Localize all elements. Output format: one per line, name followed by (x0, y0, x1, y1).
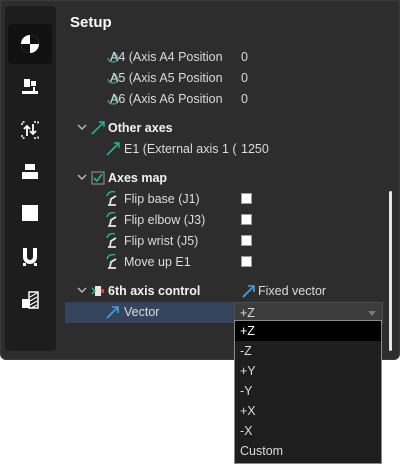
robot-station-icon (22, 79, 38, 94)
dropdown-option[interactable]: +Z (235, 321, 381, 341)
row-label: E1 (External axis 1 ( (124, 142, 237, 156)
flip-wrist-checkbox[interactable] (241, 235, 252, 246)
tree-row-flip-base[interactable]: Flip base (J1) (65, 189, 383, 210)
vertical-scrollbar[interactable] (389, 191, 392, 351)
row-value[interactable]: 0 (241, 92, 248, 106)
dropdown-option[interactable]: -Y (235, 381, 381, 401)
tree-row-e1[interactable]: E1 (External axis 1 ( 1250 (65, 139, 383, 160)
tree-group-axes-map[interactable]: Axes map (65, 168, 383, 189)
dropdown-option[interactable]: +X (235, 401, 381, 421)
robot-arm-icon (106, 233, 117, 248)
dropdown-option[interactable]: +Y (235, 361, 381, 381)
simulation-tab[interactable] (8, 24, 52, 64)
flip-elbow-checkbox[interactable] (241, 214, 252, 225)
group-label: Axes map (108, 171, 168, 185)
vector-arrow-icon (106, 306, 119, 319)
stock-icon (22, 291, 39, 309)
row-label: A6 (Axis A6 Position (110, 92, 223, 106)
chevron-down-icon[interactable] (77, 285, 87, 295)
row-value[interactable]: 0 (241, 71, 248, 85)
machine-icon (22, 164, 38, 179)
group-label: Other axes (108, 121, 173, 135)
vector-dropdown-list: +Z -Z +Y -Y +X -X Custom (234, 320, 382, 464)
chevron-down-icon[interactable] (77, 122, 87, 132)
frame-transfer-icon (21, 121, 39, 139)
frame-transfer-tab[interactable] (8, 110, 52, 150)
linear-axis-icon (91, 121, 105, 135)
vector-arrow-icon (242, 285, 255, 298)
robot-station-tab[interactable] (8, 66, 52, 106)
chevron-down-icon[interactable] (368, 311, 376, 316)
tree-row-a6[interactable]: A6 (Axis A6 Position 0 (65, 89, 383, 110)
robot-arm-icon (106, 212, 117, 227)
linear-axis-icon (106, 142, 120, 156)
simulation-icon (21, 35, 39, 53)
tree-row-flip-elbow[interactable]: Flip elbow (J3) (65, 210, 383, 231)
move-up-checkbox[interactable] (241, 256, 252, 267)
row-value[interactable]: 0 (241, 50, 248, 64)
sidebar (5, 6, 56, 351)
row-label: Flip elbow (J3) (124, 213, 206, 227)
row-label: Flip base (J1) (124, 192, 200, 206)
robot-arm-icon (106, 254, 117, 269)
panel-title: Setup (70, 14, 112, 31)
dropdown-option[interactable]: -Z (235, 341, 381, 361)
tool-axis-icon (91, 286, 104, 296)
magnet-tool-icon (23, 248, 37, 266)
row-value[interactable]: 1250 (241, 142, 269, 156)
tree-row-a5[interactable]: A5 (Axis A5 Position 0 (65, 68, 383, 89)
row-label: Move up E1 (124, 255, 191, 269)
tool-tab[interactable] (8, 236, 52, 276)
robot-arm-icon (106, 191, 117, 206)
tree-group-other-axes[interactable]: Other axes (65, 118, 383, 139)
row-label: A5 (Axis A5 Position (110, 71, 223, 85)
row-label: Flip wrist (J5) (124, 234, 199, 248)
dropdown-option[interactable]: Custom (235, 441, 381, 461)
chevron-down-icon[interactable] (77, 172, 87, 182)
row-label: Vector (124, 305, 160, 319)
tree-row-flip-wrist[interactable]: Flip wrist (J5) (65, 231, 383, 252)
flip-base-checkbox[interactable] (241, 193, 252, 204)
group-label: 6th axis control (108, 284, 201, 298)
row-value[interactable]: Fixed vector (258, 284, 326, 298)
machine-tab[interactable] (8, 151, 52, 191)
dropdown-option[interactable]: -X (235, 421, 381, 441)
stock-tab[interactable] (8, 280, 52, 320)
tree-group-6th-axis[interactable]: 6th axis control Fixed vector (65, 281, 383, 302)
tree-row-a4[interactable]: A4 (Axis A4 Position 0 (65, 47, 383, 68)
checkmark-box-icon (91, 171, 105, 185)
setup-panel: Setup A4 (Axis A4 Position 0 A5 (Axis A5… (0, 0, 400, 360)
combobox-value: +Z (240, 306, 255, 320)
square-icon (22, 205, 38, 221)
row-label: A4 (Axis A4 Position (110, 50, 223, 64)
square-tab[interactable] (8, 193, 52, 233)
tree-row-move-up[interactable]: Move up E1 (65, 252, 383, 273)
